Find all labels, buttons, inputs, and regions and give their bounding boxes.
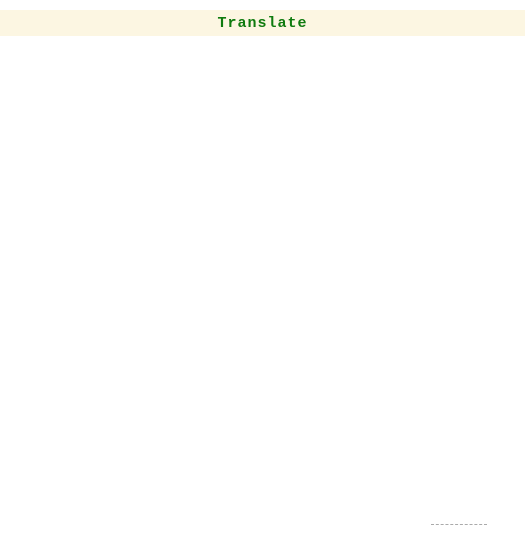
header-bar: Translate bbox=[0, 10, 525, 36]
page-title: Translate bbox=[217, 15, 307, 32]
